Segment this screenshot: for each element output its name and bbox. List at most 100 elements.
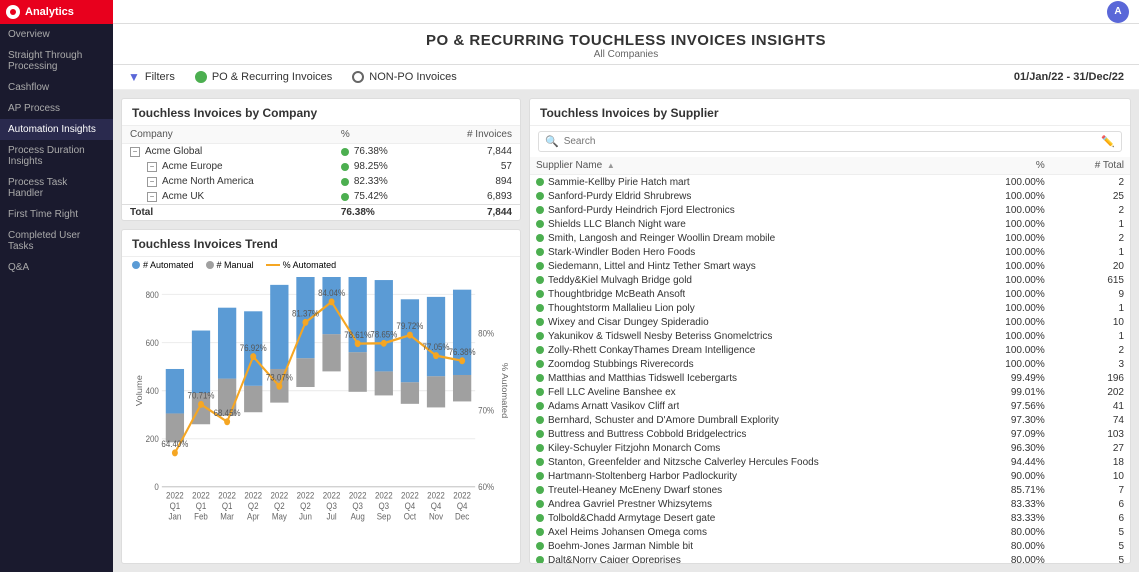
sidebar-item[interactable]: Q&A [0,257,113,278]
supplier-pct: 97.30% [952,413,1051,427]
search-icon: 🔍 [545,135,559,148]
svg-text:2022: 2022 [166,490,184,501]
supplier-name: Axel Heims Johansen Omega coms [530,525,952,539]
supplier-table-row[interactable]: Zoomdog Stubbings Riverecords100.00%3 [530,357,1130,371]
supplier-search-bar[interactable]: 🔍 ✏️ [538,131,1122,152]
supplier-name: Matthias and Matthias Tidswell Icebergar… [530,371,952,385]
svg-text:78.65%: 78.65% [370,329,397,340]
supplier-table-row[interactable]: Thoughtbridge McBeath Ansoft100.00%9 [530,287,1130,301]
supplier-table-row[interactable]: Tolbold&Chadd Armytage Desert gate83.33%… [530,511,1130,525]
table-row[interactable]: −Acme Global76.38%7,844 [122,144,520,160]
supplier-table-row[interactable]: Zolly-Rhett ConkayThames Dream Intellige… [530,343,1130,357]
company-pct: 76.38% [333,205,428,221]
user-avatar[interactable]: A [1107,1,1129,23]
expand-icon[interactable]: − [147,177,157,187]
table-row[interactable]: −Acme Europe98.25%57 [122,159,520,174]
supplier-pct: 83.33% [952,497,1051,511]
supplier-panel: Touchless Invoices by Supplier 🔍 ✏️ Supp… [529,98,1131,564]
sidebar-item[interactable]: Process Task Handler [0,172,113,204]
company-panel-title: Touchless Invoices by Company [122,99,520,126]
supplier-table-row[interactable]: Teddy&Kiel Mulvagh Bridge gold100.00%615 [530,273,1130,287]
supplier-table-row[interactable]: Sanford-Purdy Heindrich Fjord Electronic… [530,203,1130,217]
svg-text:79.72%: 79.72% [396,321,423,332]
sidebar-item[interactable]: Completed User Tasks [0,225,113,257]
expand-icon[interactable]: − [147,162,157,172]
svg-text:2022: 2022 [453,490,471,501]
sidebar-item[interactable]: Process Duration Insights [0,140,113,172]
supplier-total: 3 [1051,357,1130,371]
supplier-table-row[interactable]: Buttress and Buttress Cobbold Bridgelect… [530,427,1130,441]
supplier-name: Stanton, Greenfelder and Nitzsche Calver… [530,455,952,469]
supplier-total: 615 [1051,273,1130,287]
trend-panel: Touchless Invoices Trend # Automated# Ma… [121,229,521,564]
supplier-table-row[interactable]: Smith, Langosh and Reinger Woollin Dream… [530,231,1130,245]
po-recurring-filter[interactable]: PO & Recurring Invoices [195,71,332,83]
supplier-total: 41 [1051,399,1130,413]
supplier-name: Adams Arnatt Vasikov Cliff art [530,399,952,413]
expand-icon[interactable]: − [130,147,140,157]
supplier-total: 5 [1051,525,1130,539]
supplier-search-input[interactable] [564,136,1097,147]
supplier-table-row[interactable]: Wixey and Cisar Dungey Spideradio100.00%… [530,315,1130,329]
status-dot [536,500,544,508]
status-dot [536,388,544,396]
app-logo [6,5,20,19]
status-dot [536,486,544,494]
main-content: A PO & RECURRING TOUCHLESS INVOICES INSI… [113,0,1139,572]
status-dot [536,374,544,382]
non-po-filter[interactable]: NON-PO Invoices [352,71,456,83]
supplier-table-row[interactable]: Kiley-Schuyler Fitzjohn Monarch Coms96.3… [530,441,1130,455]
supplier-table-row[interactable]: Boehm-Jones Jarman Nimble bit80.00%5 [530,539,1130,553]
status-dot [536,220,544,228]
supplier-table-row[interactable]: Yakunikov & Tidswell Nesby Beteriss Gnom… [530,329,1130,343]
supplier-table-row[interactable]: Treutel-Heaney McEneny Dwarf stones85.71… [530,483,1130,497]
svg-text:2022: 2022 [375,490,393,501]
supplier-table-row[interactable]: Matthias and Matthias Tidswell Icebergar… [530,371,1130,385]
content-area: Touchless Invoices by Company Company % … [113,90,1139,572]
sidebar-item[interactable]: First Time Right [0,204,113,225]
status-dot [536,248,544,256]
svg-text:2022: 2022 [271,490,289,501]
sidebar-item[interactable]: AP Process [0,98,113,119]
svg-text:Jul: Jul [326,511,336,522]
edit-icon[interactable]: ✏️ [1101,135,1115,148]
supplier-table-row[interactable]: Bernhard, Schuster and D'Amore Dumbrall … [530,413,1130,427]
supplier-table-row[interactable]: Fell LLC Aveline Banshee ex99.01%202 [530,385,1130,399]
supplier-table-row[interactable]: Adams Arnatt Vasikov Cliff art97.56%41 [530,399,1130,413]
supplier-table-row[interactable]: Siedemann, Littel and Hintz Tether Smart… [530,259,1130,273]
sidebar-item[interactable]: Automation Insights [0,119,113,140]
status-dot [536,360,544,368]
supplier-table-row[interactable]: Axel Heims Johansen Omega coms80.00%5 [530,525,1130,539]
supplier-table-row[interactable]: Dalt&Norry Caiger Opreprises80.00%5 [530,553,1130,563]
supplier-name: Stark-Windler Boden Hero Foods [530,245,952,259]
company-table: Company % # Invoices −Acme Global76.38%7… [122,126,520,220]
status-dot [536,318,544,326]
supplier-table-row[interactable]: Sanford-Purdy Eldrid Shrubrews100.00%25 [530,189,1130,203]
left-panel: Touchless Invoices by Company Company % … [121,98,521,564]
supplier-table-row[interactable]: Sammie-Kellby Pirie Hatch mart100.00%2 [530,175,1130,190]
svg-text:Jan: Jan [168,511,181,522]
sidebar-item[interactable]: Straight Through Processing [0,45,113,77]
supplier-table-row[interactable]: Stark-Windler Boden Hero Foods100.00%1 [530,245,1130,259]
svg-text:73.07%: 73.07% [266,372,293,383]
svg-text:Dec: Dec [455,511,470,522]
supplier-pct: 97.09% [952,427,1051,441]
supplier-table-wrapper[interactable]: Supplier Name ▲ % # Total Sammie-Kellby … [530,157,1130,563]
svg-text:2022: 2022 [323,490,341,501]
svg-text:2022: 2022 [192,490,210,501]
supplier-name-header: Supplier Name ▲ [530,157,952,175]
status-dot [536,234,544,242]
supplier-pct: 100.00% [952,329,1051,343]
supplier-table-row[interactable]: Thoughtstorm Mallalieu Lion poly100.00%1 [530,301,1130,315]
table-row[interactable]: −Acme North America82.33%894 [122,174,520,189]
filters-button[interactable]: ▼ Filters [128,70,175,84]
sidebar-item[interactable]: Cashflow [0,77,113,98]
supplier-table-row[interactable]: Andrea Gavriel Prestner Whizsytems83.33%… [530,497,1130,511]
supplier-table-row[interactable]: Hartmann-Stoltenberg Harbor Padlockurity… [530,469,1130,483]
topbar: A [113,0,1139,24]
supplier-table-row[interactable]: Stanton, Greenfelder and Nitzsche Calver… [530,455,1130,469]
table-row[interactable]: −Acme UK75.42%6,893 [122,189,520,205]
sidebar-item[interactable]: Overview [0,24,113,45]
expand-icon[interactable]: − [147,192,157,202]
supplier-table-row[interactable]: Shields LLC Blanch Night ware100.00%1 [530,217,1130,231]
